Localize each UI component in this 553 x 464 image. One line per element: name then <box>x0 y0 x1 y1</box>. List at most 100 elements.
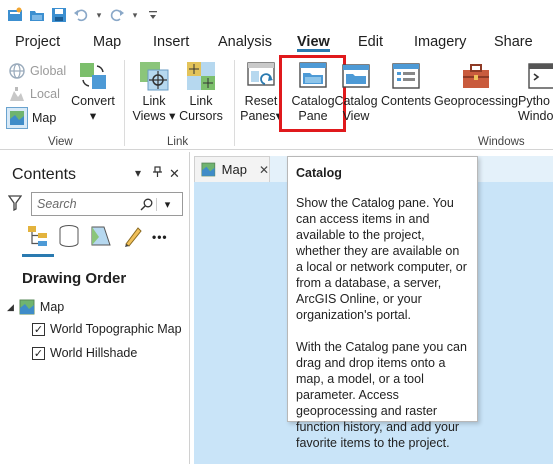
link-views-label-line2: Views <box>132 109 166 123</box>
layer-row[interactable]: ✓ World Hillshade <box>32 346 137 360</box>
search-box: ▾ <box>31 192 183 216</box>
ribbon-separator <box>124 60 125 146</box>
link-views-icon <box>140 62 169 91</box>
windows-group-label: Windows <box>478 136 525 148</box>
tooltip-paragraph: Show the Catalog pane. You can access it… <box>296 196 467 322</box>
list-by-selection-icon[interactable] <box>90 224 112 253</box>
catalog-view-button[interactable]: Catalog View <box>333 60 379 124</box>
tooltip-paragraph: With the Catalog pane you can drag and d… <box>296 340 467 450</box>
map-tree-node[interactable]: ◢ Map <box>7 299 64 315</box>
layer-name: World Topographic Map <box>50 322 182 336</box>
contents-pane: Contents ▾ ✕ ▾ ••• Drawing Order ◢ Map ✓… <box>0 152 190 464</box>
catalog-view-icon <box>342 64 370 88</box>
python-window-button[interactable]: Pytho Window <box>518 60 553 124</box>
new-project-icon[interactable] <box>6 6 24 24</box>
python-label-line1: Pytho <box>518 94 550 108</box>
quick-access-toolbar: ▾ ▾ <box>0 0 553 30</box>
open-project-icon[interactable] <box>28 6 46 24</box>
more-options-icon[interactable]: ••• <box>152 230 168 244</box>
local-label: Local <box>30 87 60 101</box>
convert-label: Convert <box>71 94 115 108</box>
collapse-icon[interactable]: ◢ <box>7 302 14 313</box>
undo-dropdown-icon[interactable]: ▾ <box>94 10 104 21</box>
contents-button[interactable]: Contents <box>380 60 432 109</box>
convert-dropdown-icon: ▾ <box>89 109 97 123</box>
python-label-line2: Window <box>518 109 553 123</box>
map-tab-label: Map <box>221 162 247 177</box>
global-label: Global <box>30 64 67 78</box>
link-views-dropdown-icon: ▾ <box>169 109 176 123</box>
tab-insert[interactable]: Insert <box>153 34 189 50</box>
tab-view[interactable]: View <box>297 34 330 50</box>
ribbon-separator <box>234 60 235 146</box>
filter-icon[interactable] <box>7 195 23 216</box>
layer-row[interactable]: ✓ World Topographic Map <box>32 322 182 336</box>
toolbox-icon <box>463 64 489 88</box>
drawing-order-heading: Drawing Order <box>22 270 127 287</box>
pane-options-dropdown-icon[interactable]: ▾ <box>135 166 141 180</box>
close-map-tab-icon[interactable]: ✕ <box>259 163 269 177</box>
search-input[interactable] <box>32 197 140 211</box>
contents-label: Contents <box>380 94 432 108</box>
reset-panes-label-line2: Panes <box>240 109 276 123</box>
close-icon[interactable]: ✕ <box>169 166 180 182</box>
map-node-label: Map <box>39 300 65 314</box>
map-view-label: Map <box>32 111 57 125</box>
list-by-drawing-order-icon[interactable] <box>26 224 50 253</box>
reset-panes-label-line1: Reset <box>244 94 278 108</box>
list-by-editing-icon[interactable] <box>122 224 144 253</box>
link-cursors-label-line1: Link <box>189 94 213 108</box>
link-cursors-button[interactable]: Link Cursors <box>178 60 224 124</box>
ribbon-tab-bar: Project Map Insert Analysis View Edit Im… <box>0 30 553 56</box>
pin-icon[interactable] <box>152 166 163 181</box>
local-scene-icon <box>10 87 24 101</box>
contents-pane-title: Contents <box>12 166 77 183</box>
layer-visibility-checkbox[interactable]: ✓ <box>32 346 45 360</box>
geoprocessing-label: Geoprocessing <box>434 94 519 108</box>
catalog-view-label-line2: View <box>342 109 370 123</box>
checkmark-icon: ✓ <box>33 323 44 336</box>
link-views-button[interactable]: Link Views ▾ <box>132 60 176 124</box>
reset-panes-icon <box>247 62 275 86</box>
search-options-dropdown-icon[interactable]: ▾ <box>156 197 178 211</box>
customize-toolbar-icon[interactable] <box>144 6 162 24</box>
tab-project[interactable]: Project <box>15 34 60 50</box>
checkmark-icon: ✓ <box>33 347 44 360</box>
redo-icon[interactable] <box>108 6 126 24</box>
redo-dropdown-icon[interactable]: ▾ <box>130 10 140 21</box>
active-view-indicator <box>22 254 54 257</box>
catalog-tooltip: Catalog Show the Catalog pane. You can a… <box>287 156 478 450</box>
view-group-label: View <box>48 136 73 148</box>
tab-imagery[interactable]: Imagery <box>414 34 466 50</box>
globe-icon <box>9 63 25 79</box>
list-by-source-icon[interactable] <box>58 224 80 253</box>
link-cursors-icon <box>187 62 215 90</box>
link-views-label-line1: Link <box>142 94 166 108</box>
convert-icon <box>80 63 106 89</box>
geoprocessing-button[interactable]: Geoprocessing <box>434 60 518 109</box>
reset-panes-button[interactable]: Reset Panes▾ <box>239 60 283 124</box>
link-cursors-label-line2: Cursors <box>179 109 223 123</box>
layer-visibility-checkbox[interactable]: ✓ <box>32 322 45 336</box>
python-window-icon <box>528 63 553 89</box>
catalog-view-label-line1: Catalog <box>334 94 378 108</box>
tab-analysis[interactable]: Analysis <box>218 34 272 50</box>
local-button[interactable]: Local <box>8 85 60 103</box>
global-button[interactable]: Global <box>8 62 66 80</box>
link-group-label: Link <box>167 136 189 148</box>
tab-edit[interactable]: Edit <box>358 34 383 50</box>
tab-share[interactable]: Share <box>494 34 533 50</box>
tab-map[interactable]: Map <box>93 34 121 50</box>
layer-name: World Hillshade <box>50 346 138 360</box>
map-node-icon <box>19 299 35 315</box>
save-project-icon[interactable] <box>50 6 68 24</box>
undo-icon[interactable] <box>72 6 90 24</box>
map-view-tab[interactable]: Map ✕ <box>194 156 270 182</box>
convert-button[interactable]: Convert ▾ <box>70 60 116 124</box>
active-tab-indicator <box>297 49 330 52</box>
map-view-button[interactable]: Map <box>6 107 56 129</box>
tooltip-title: Catalog <box>296 166 342 180</box>
map-icon <box>6 107 28 129</box>
contents-icon <box>392 63 420 89</box>
search-icon[interactable] <box>140 198 156 211</box>
